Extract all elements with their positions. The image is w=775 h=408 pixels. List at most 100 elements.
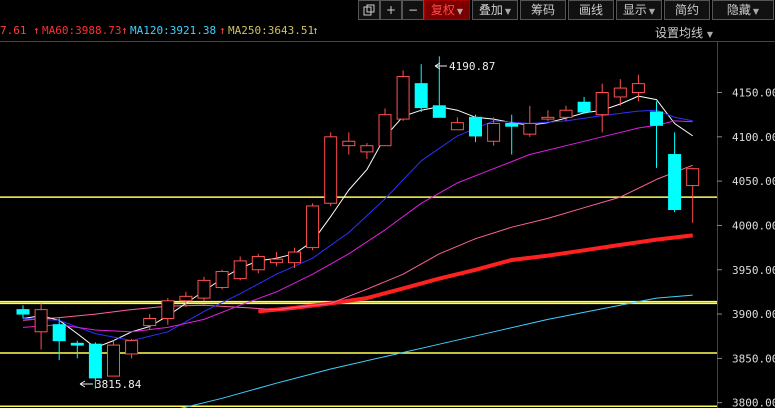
candle [125, 338, 139, 359]
candle [251, 253, 265, 274]
set-ma-button[interactable]: 设置均线 ▼ [655, 24, 713, 41]
candle [360, 143, 374, 159]
low-value-label: 3815.84 [95, 378, 142, 391]
zoom-in-button[interactable]: + [380, 0, 402, 20]
copy-button[interactable] [358, 0, 380, 20]
candle [469, 114, 482, 143]
set-ma-label: 设置均线 [655, 26, 704, 40]
candle-body [559, 109, 573, 118]
candle-body [378, 114, 392, 147]
display-dropdown[interactable]: 显示 ▼ [616, 0, 662, 20]
candle-body [650, 111, 663, 126]
candle-body [342, 140, 356, 147]
candle [16, 305, 30, 319]
candle [269, 252, 283, 267]
candle [686, 167, 700, 223]
candle [450, 117, 464, 131]
candle [577, 96, 591, 114]
chevron-down-icon: ▼ [648, 7, 656, 16]
candles [16, 56, 700, 389]
zoom-out-button[interactable]: − [402, 0, 424, 20]
candle [541, 110, 555, 121]
candle [668, 132, 682, 213]
candle-body [34, 309, 48, 333]
candle-body [505, 123, 519, 127]
ma-line-ma10 [22, 109, 693, 342]
candle-body [125, 340, 139, 355]
candle-body [233, 260, 247, 280]
candle-body [288, 251, 301, 264]
candle-body [469, 116, 482, 137]
hide-label: 隐藏 [726, 3, 751, 17]
candle-body [251, 255, 265, 271]
ma-line-ma60 [258, 233, 693, 314]
ma250-trend-icon: ↑ [312, 24, 319, 37]
overlay-dropdown[interactable]: 叠加 ▼ [472, 0, 518, 20]
candle-body [179, 295, 193, 302]
price-tick-label: 3800.00 [732, 397, 775, 408]
candle-body [52, 324, 66, 342]
candle [559, 105, 573, 121]
ma120-value: MA120:3921.38 [130, 24, 217, 37]
candle [70, 340, 84, 359]
ma250-value: MA250:3643.51 [228, 24, 315, 37]
candle [52, 318, 66, 361]
ma60-arrow-icon: ↑ [33, 24, 40, 37]
candle-body [143, 317, 157, 327]
fuquan-label: 复权 [430, 3, 455, 17]
high-annotation: 4190.87 [434, 60, 495, 73]
candle [197, 276, 211, 301]
price-tick-label: 4050.00 [732, 175, 775, 188]
candle-body [414, 83, 428, 109]
candle-body [324, 136, 338, 204]
ma-line-ma250 [22, 164, 693, 321]
candle [215, 269, 229, 290]
candle [378, 108, 392, 147]
candle [595, 83, 609, 133]
price-tick-label: 4100.00 [732, 131, 775, 144]
ma120-arrow-icon: ↑ [121, 24, 128, 37]
draw-line-button[interactable]: 画线 [568, 0, 614, 20]
price-tick-label: 4000.00 [732, 219, 775, 232]
candle-body [487, 123, 501, 142]
candle [306, 203, 320, 251]
candle-body [523, 123, 537, 135]
hide-dropdown[interactable]: 隐藏 ▼ [712, 0, 774, 20]
candle [396, 70, 410, 121]
candle [34, 303, 48, 350]
candle [161, 298, 175, 325]
candle-body [269, 258, 283, 264]
moving-averages [22, 95, 693, 408]
candlestick-chart[interactable]: 4150.00 4100.00 4050.00 4000.00 3950.00 3900.… [0, 42, 775, 408]
chart-toolbar: + − 复权 ▼ 叠加 ▼ 筹码 画线 显示 ▼ 简约 隐藏 ▼ [0, 0, 775, 21]
candle-body [306, 205, 320, 249]
candle-body [450, 122, 464, 131]
price-tick-label: 4150.00 [732, 87, 775, 100]
ma60-value: MA60:3988.73 [42, 24, 122, 37]
simple-button[interactable]: 简约 [664, 0, 710, 20]
candle-body [360, 145, 374, 153]
display-label: 显示 [622, 3, 647, 17]
candle [107, 340, 120, 377]
candle-body [541, 116, 555, 120]
ma250-arrow-icon: ↑ [219, 24, 226, 37]
candle [523, 105, 537, 137]
candle [505, 114, 519, 155]
ma-line-ma5 [22, 95, 693, 349]
candle-body [631, 83, 645, 94]
fuquan-dropdown[interactable]: 复权 ▼ [424, 0, 470, 20]
candle-body [70, 342, 84, 346]
candle-body [161, 300, 175, 319]
chevron-down-icon: ▼ [752, 7, 760, 16]
ma-line-ma120 [180, 294, 693, 408]
candle [179, 291, 193, 307]
low-annotation: 3815.84 [79, 378, 142, 391]
chips-button[interactable]: 筹码 [520, 0, 566, 20]
high-value-label: 4190.87 [449, 60, 495, 73]
candle-body [613, 87, 627, 98]
ma-partial-value: 7.61 [0, 24, 27, 37]
price-axis: 4150.00 4100.00 4050.00 4000.00 3950.00 3900.… [717, 87, 775, 408]
copy-icon [363, 4, 375, 16]
candle [414, 64, 428, 113]
price-tick-label: 3850.00 [732, 352, 775, 365]
